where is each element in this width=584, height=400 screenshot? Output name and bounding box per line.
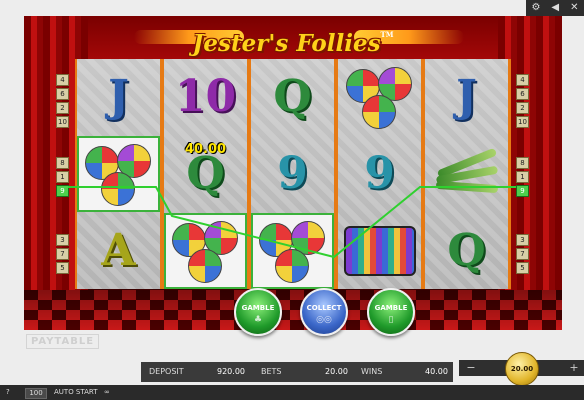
line-marker[interactable]: 1: [56, 171, 69, 183]
reel-4: 9: [338, 59, 421, 289]
juggling-balls-symbol: [257, 219, 329, 283]
symbol-9: 9: [277, 148, 308, 199]
reel-cell: Q: [251, 59, 334, 135]
symbol-10: 10: [174, 71, 237, 122]
game-title: Jester's Follies: [192, 30, 381, 57]
juggling-pins-symbol: [432, 147, 502, 199]
line-marker[interactable]: 3: [56, 234, 69, 246]
gamble-button-right[interactable]: GAMBLE ▯: [367, 288, 415, 336]
bets-label: BETS: [261, 367, 282, 376]
card-icon: ▯: [388, 315, 394, 325]
trademark-mark: TM: [380, 30, 394, 39]
bet-coin[interactable]: 20.00: [505, 352, 539, 386]
checkered-floor: [24, 290, 562, 330]
reel-1: J A: [77, 59, 160, 289]
coin-stack-icon: ◎◎: [316, 315, 332, 325]
reel-cell: J: [425, 59, 508, 135]
line-marker[interactable]: 10: [56, 116, 69, 128]
close-icon[interactable]: ✕: [570, 0, 578, 16]
juggling-balls-symbol: [344, 65, 416, 129]
club-icon: ♣: [253, 315, 263, 325]
loop-icon[interactable]: ∞: [104, 385, 110, 400]
reel-cell: 40.00 Q: [164, 136, 247, 212]
line-markers-right-top: 4 6 2 10: [516, 74, 529, 130]
window-controls: ⚙ ◀ ✕: [526, 0, 584, 16]
line-marker[interactable]: 8: [516, 157, 529, 169]
symbol-j: J: [456, 71, 477, 122]
line-marker[interactable]: 2: [56, 102, 69, 114]
bets-value: 20.00: [325, 367, 348, 376]
line-marker-active[interactable]: 9: [516, 185, 529, 197]
line-marker[interactable]: 5: [516, 262, 529, 274]
symbol-j: J: [108, 71, 129, 122]
symbol-9: 9: [364, 148, 395, 199]
line-markers-left-mid: 8 1 9: [56, 157, 69, 199]
reel-cell: Q: [425, 213, 508, 289]
symbol-q: Q: [186, 148, 225, 199]
line-marker[interactable]: 8: [56, 157, 69, 169]
line-marker[interactable]: 4: [516, 74, 529, 86]
reel-cell: 9: [251, 136, 334, 212]
line-marker[interactable]: 7: [56, 248, 69, 260]
reel-cell: [425, 136, 508, 212]
line-marker[interactable]: 2: [516, 102, 529, 114]
reel-cell-winning: [77, 136, 160, 212]
reel-cell-winning: [164, 213, 247, 289]
deposit-label: DEPOSIT: [149, 367, 184, 376]
collect-button[interactable]: COLLECT ◎◎: [300, 288, 348, 336]
line-markers-left-top: 4 6 2 10: [56, 74, 69, 130]
reel-cell: J: [77, 59, 160, 135]
reel-5: J Q: [425, 59, 508, 289]
bet-decrease-button[interactable]: −: [463, 360, 479, 376]
line-markers-right-bottom: 3 7 5: [516, 234, 529, 276]
collect-label: COLLECT: [306, 304, 342, 312]
line-markers-left-bottom: 3 7 5: [56, 234, 69, 276]
line-marker[interactable]: 4: [56, 74, 69, 86]
line-marker[interactable]: 7: [516, 248, 529, 260]
gamble-label: GAMBLE: [241, 304, 275, 312]
reel-cell: [338, 59, 421, 135]
help-button[interactable]: ?: [6, 385, 10, 400]
gamble-button-left[interactable]: GAMBLE ♣: [234, 288, 282, 336]
reel-2: 10 40.00 Q: [164, 59, 247, 289]
reel-cell: A: [77, 213, 160, 289]
line-marker[interactable]: 3: [516, 234, 529, 246]
accordion-symbol: [343, 226, 416, 276]
line-marker-active[interactable]: 9: [56, 185, 69, 197]
paytable-button[interactable]: PAYTABLE: [26, 334, 100, 349]
wins-label: WINS: [361, 367, 383, 376]
line-marker[interactable]: 1: [516, 171, 529, 183]
juggling-balls-symbol: [170, 219, 242, 283]
autostart-count-select[interactable]: 100: [25, 388, 47, 399]
gamble-label: GAMBLE: [374, 304, 408, 312]
reel-area: J A 10 40.00 Q Q 9 9 J Q: [75, 59, 511, 289]
autostart-button[interactable]: AUTO START: [54, 385, 98, 400]
game-stage: Jester's FolliesTM 4 6 2 10 8 1 9 3 7 5 …: [24, 16, 562, 330]
line-markers-right-mid: 8 1 9: [516, 157, 529, 199]
sound-icon[interactable]: ◀: [551, 0, 559, 16]
footer-bar: ? 100 AUTO START ∞: [0, 385, 584, 400]
deposit-value: 920.00: [217, 367, 245, 376]
line-marker[interactable]: 10: [516, 116, 529, 128]
wins-value: 40.00: [425, 367, 448, 376]
bet-selector: − + 20.00: [459, 352, 584, 386]
gear-icon[interactable]: ⚙: [531, 0, 540, 16]
symbol-q: Q: [447, 225, 486, 276]
line-marker[interactable]: 6: [56, 88, 69, 100]
stats-bar: DEPOSIT 920.00 BETS 20.00 WINS 40.00: [141, 362, 453, 382]
win-amount: 40.00: [184, 142, 227, 157]
reel-3: Q 9: [251, 59, 334, 289]
line-marker[interactable]: 6: [516, 88, 529, 100]
symbol-a: A: [101, 225, 136, 276]
juggling-balls-symbol: [83, 142, 155, 206]
symbol-q: Q: [273, 71, 312, 122]
bet-increase-button[interactable]: +: [566, 360, 582, 376]
line-marker[interactable]: 5: [56, 262, 69, 274]
reel-cell: 10: [164, 59, 247, 135]
reel-cell-winning: [251, 213, 334, 289]
game-logo: Jester's FolliesTM: [24, 30, 562, 57]
reel-cell: [338, 213, 421, 289]
reel-cell: 9: [338, 136, 421, 212]
